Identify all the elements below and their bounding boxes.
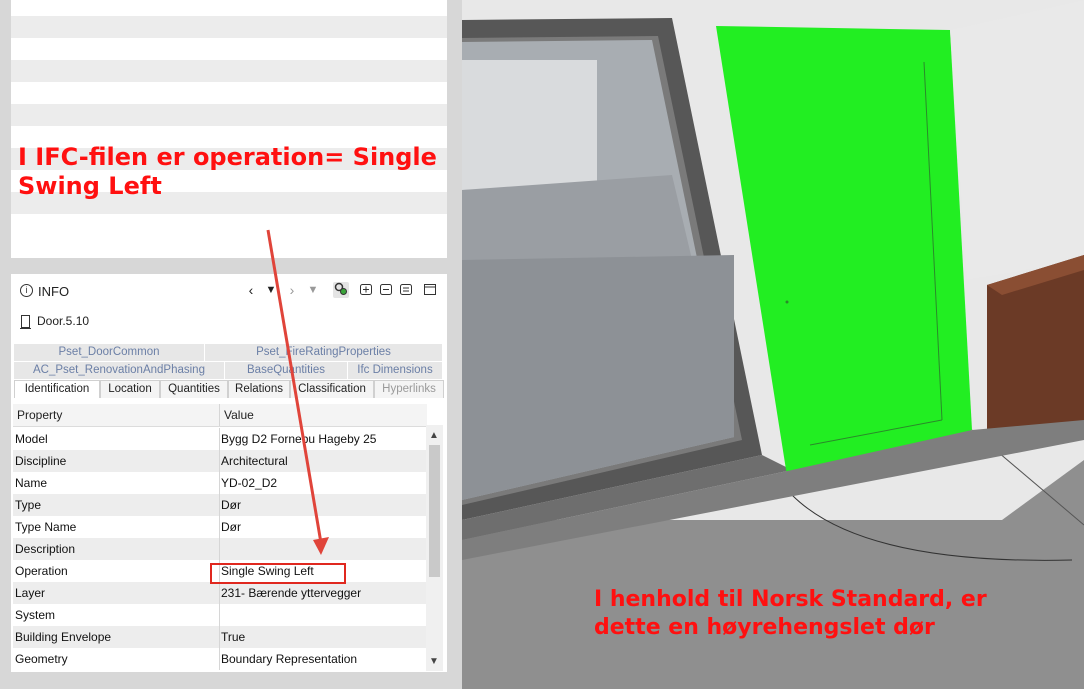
annotation-arrow [266,229,329,555]
arrow-head [313,537,329,555]
